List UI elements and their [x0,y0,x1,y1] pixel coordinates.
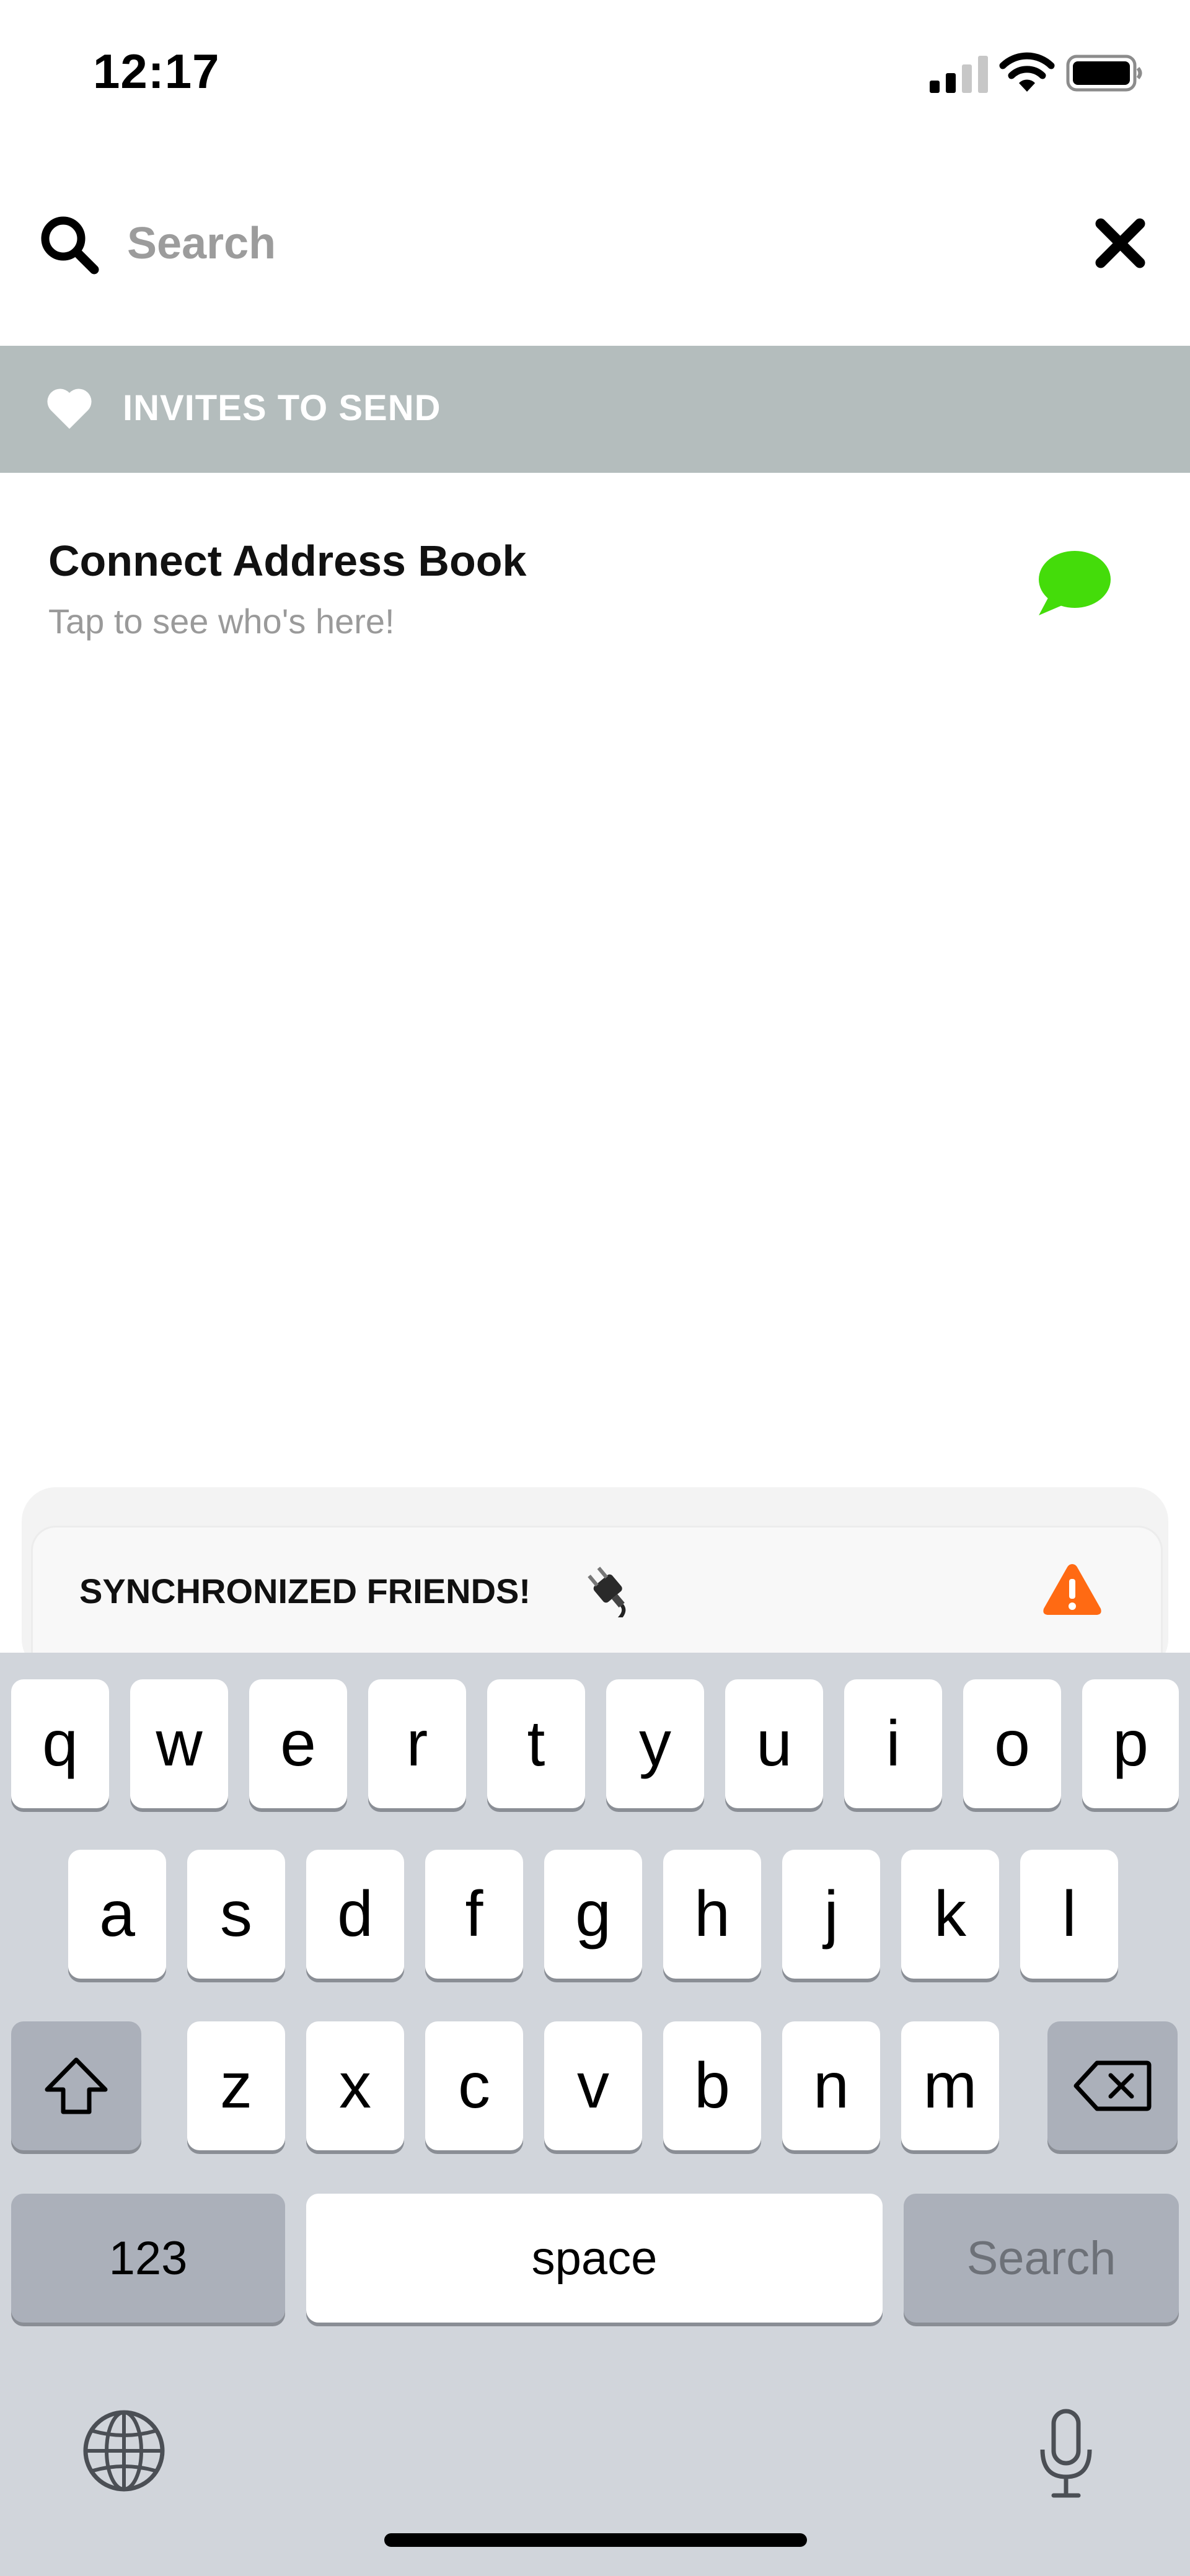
key-r[interactable]: r [368,1679,466,1808]
key-m[interactable]: m [901,2021,999,2150]
status-time: 12:17 [93,44,220,99]
chat-bubble-icon[interactable] [1035,548,1113,620]
key-z[interactable]: z [187,2021,285,2150]
key-k[interactable]: k [901,1850,999,1979]
key-h[interactable]: h [663,1850,761,1979]
search-input[interactable] [127,208,1057,279]
key-c[interactable]: c [425,2021,523,2150]
key-s[interactable]: s [187,1850,285,1979]
backspace-key[interactable] [1047,2021,1178,2150]
heart-icon [47,389,92,429]
warning-icon[interactable] [1041,1562,1103,1617]
key-f[interactable]: f [425,1850,523,1979]
close-icon[interactable] [1091,214,1150,273]
home-indicator [384,2533,807,2547]
list-item-title: Connect Address Book [48,537,527,585]
key-d[interactable]: d [306,1850,404,1979]
key-y[interactable]: y [606,1679,704,1808]
key-b[interactable]: b [663,2021,761,2150]
numbers-key[interactable]: 123 [11,2194,285,2323]
key-u[interactable]: u [725,1679,823,1808]
plug-icon [588,1567,626,1617]
key-l[interactable]: l [1020,1850,1118,1979]
wifi-icon [999,52,1055,92]
section-title: INVITES TO SEND [123,388,441,428]
key-g[interactable]: g [544,1850,642,1979]
key-i[interactable]: i [844,1679,942,1808]
search-icon [41,216,99,275]
space-key[interactable]: space [306,2194,883,2323]
key-o[interactable]: o [963,1679,1061,1808]
key-j[interactable]: j [782,1850,880,1979]
signal-icon [930,56,988,93]
key-q[interactable]: q [11,1679,109,1808]
key-n[interactable]: n [782,2021,880,2150]
globe-icon[interactable] [81,2407,167,2494]
key-a[interactable]: a [68,1850,166,1979]
key-x[interactable]: x [306,2021,404,2150]
list-item-subtitle: Tap to see who's here! [48,602,395,641]
key-v[interactable]: v [544,2021,642,2150]
search-key[interactable]: Search [904,2194,1179,2323]
shift-icon [45,2057,108,2114]
battery-icon [1066,55,1142,92]
key-t[interactable]: t [487,1679,585,1808]
key-p[interactable]: p [1082,1679,1179,1808]
backspace-icon [1073,2060,1152,2111]
shift-key[interactable] [11,2021,141,2150]
toast-label: SYNCHRONIZED FRIENDS! [79,1572,531,1611]
microphone-icon[interactable] [1035,2407,1097,2500]
key-w[interactable]: w [130,1679,228,1808]
key-e[interactable]: e [249,1679,347,1808]
